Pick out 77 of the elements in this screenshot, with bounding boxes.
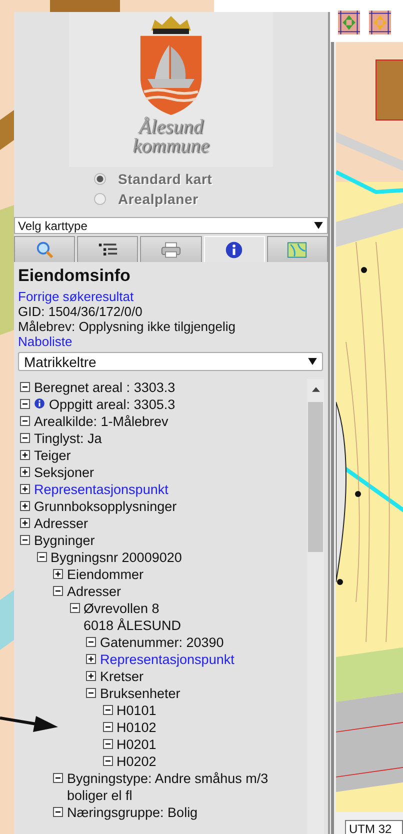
tree-item: Bygninger xyxy=(34,532,95,549)
expand-icon[interactable] xyxy=(86,654,96,664)
tree-item: Næringsgruppe: Bolig xyxy=(67,804,198,821)
info-icon xyxy=(224,240,244,258)
legend-icon xyxy=(98,240,118,258)
collapse-icon[interactable] xyxy=(70,603,80,613)
print-tab[interactable] xyxy=(140,236,202,262)
view-select[interactable]: Matrikkeltre xyxy=(18,352,323,371)
collapse-icon[interactable] xyxy=(102,739,112,749)
collapse-icon[interactable] xyxy=(53,586,63,596)
map-tool-button[interactable] xyxy=(338,9,360,36)
tree-item: Bygningsnr 20009020 xyxy=(50,549,182,566)
tree-item: Tinglyst: Ja xyxy=(34,430,102,447)
collapse-icon[interactable] xyxy=(102,756,112,766)
collapse-icon[interactable] xyxy=(53,773,63,783)
collapse-icon[interactable] xyxy=(20,535,30,545)
collapse-icon[interactable] xyxy=(20,433,30,443)
info-text: Målebrev: Opplysning ikke tilgjengelig xyxy=(18,319,237,334)
expand-icon[interactable] xyxy=(20,518,30,528)
tree-item: Seksjoner xyxy=(34,464,94,481)
tree-item: Teiger xyxy=(34,447,71,464)
tree-item: Øvrevollen 8 xyxy=(84,600,160,617)
tree-item: H0101 xyxy=(116,702,156,719)
tree-item: 6018 ÅLESUND xyxy=(84,617,182,634)
tree-item: Oppgitt areal: 3305.3 xyxy=(49,396,176,413)
map-type-radio[interactable]: Standard kart xyxy=(94,171,328,187)
expand-icon[interactable] xyxy=(20,450,30,460)
tree-item: H0202 xyxy=(116,753,156,770)
info-link[interactable]: Naboliste xyxy=(18,334,323,349)
scroll-thumb[interactable] xyxy=(308,402,323,552)
tree-item: Bygningstype: Andre småhus m/3 boliger el fl xyxy=(67,770,270,804)
logo-text: Ålesund xyxy=(138,118,204,137)
map-type-select[interactable]: Velg karttype xyxy=(14,217,328,234)
tree-item: Beregnet areal : 3303.3 xyxy=(34,379,176,396)
search-tab[interactable] xyxy=(14,236,76,262)
collapse-icon[interactable] xyxy=(20,399,30,409)
printer-icon xyxy=(161,240,181,258)
search-icon xyxy=(34,240,55,258)
scroll-up-icon[interactable] xyxy=(312,387,320,392)
collapse-icon[interactable] xyxy=(86,688,96,698)
tree-link[interactable]: Representasjonspunkt xyxy=(34,481,168,498)
tree-item: Kretser xyxy=(100,668,144,685)
coordinate-field[interactable]: UTM 32 xyxy=(345,820,403,834)
collapse-icon[interactable] xyxy=(36,552,46,562)
collapse-icon[interactable] xyxy=(20,416,30,426)
collapse-icon[interactable] xyxy=(20,382,30,392)
info-text: GID: 1504/36/172/0/0 xyxy=(18,304,144,319)
tree-item: H0102 xyxy=(116,719,156,736)
expand-icon[interactable] xyxy=(20,484,30,494)
tree-item: Gatenummer: 20390 xyxy=(100,634,224,651)
collapse-icon[interactable] xyxy=(102,722,112,732)
dropdown-icon xyxy=(308,358,317,365)
tree-item: H0201 xyxy=(116,736,156,753)
info-link[interactable]: Forrige søkeresultat xyxy=(18,289,323,304)
tree-link[interactable]: Representasjonspunkt xyxy=(100,651,234,668)
scrollbar[interactable] xyxy=(307,379,324,834)
map-type-radio[interactable]: Arealplaner xyxy=(94,191,328,207)
map-tool-button[interactable] xyxy=(369,9,391,36)
tree-item: Grunnboksopplysninger xyxy=(34,498,177,515)
dropdown-icon xyxy=(314,222,323,229)
tree-item: Bruksenheter xyxy=(100,685,180,702)
legend-tab[interactable] xyxy=(77,236,138,262)
logo-text: kommune xyxy=(132,137,210,156)
tree-item: Adresser xyxy=(34,515,88,532)
expand-icon[interactable] xyxy=(86,671,96,681)
collapse-icon[interactable] xyxy=(102,705,112,715)
tree-item: Adresser xyxy=(67,583,122,600)
expand-icon[interactable] xyxy=(20,467,30,477)
info-tab[interactable] xyxy=(204,236,265,262)
tree-item: Eiendommer xyxy=(67,566,144,583)
section-title: Eiendomsinfo xyxy=(18,266,132,286)
tree-item: Arealkilde: 1-Målebrev xyxy=(34,413,168,430)
expand-icon[interactable] xyxy=(20,501,30,511)
collapse-icon[interactable] xyxy=(86,637,96,647)
map-icon xyxy=(287,240,308,258)
expand-icon[interactable] xyxy=(53,569,63,579)
collapse-icon[interactable] xyxy=(53,807,63,817)
